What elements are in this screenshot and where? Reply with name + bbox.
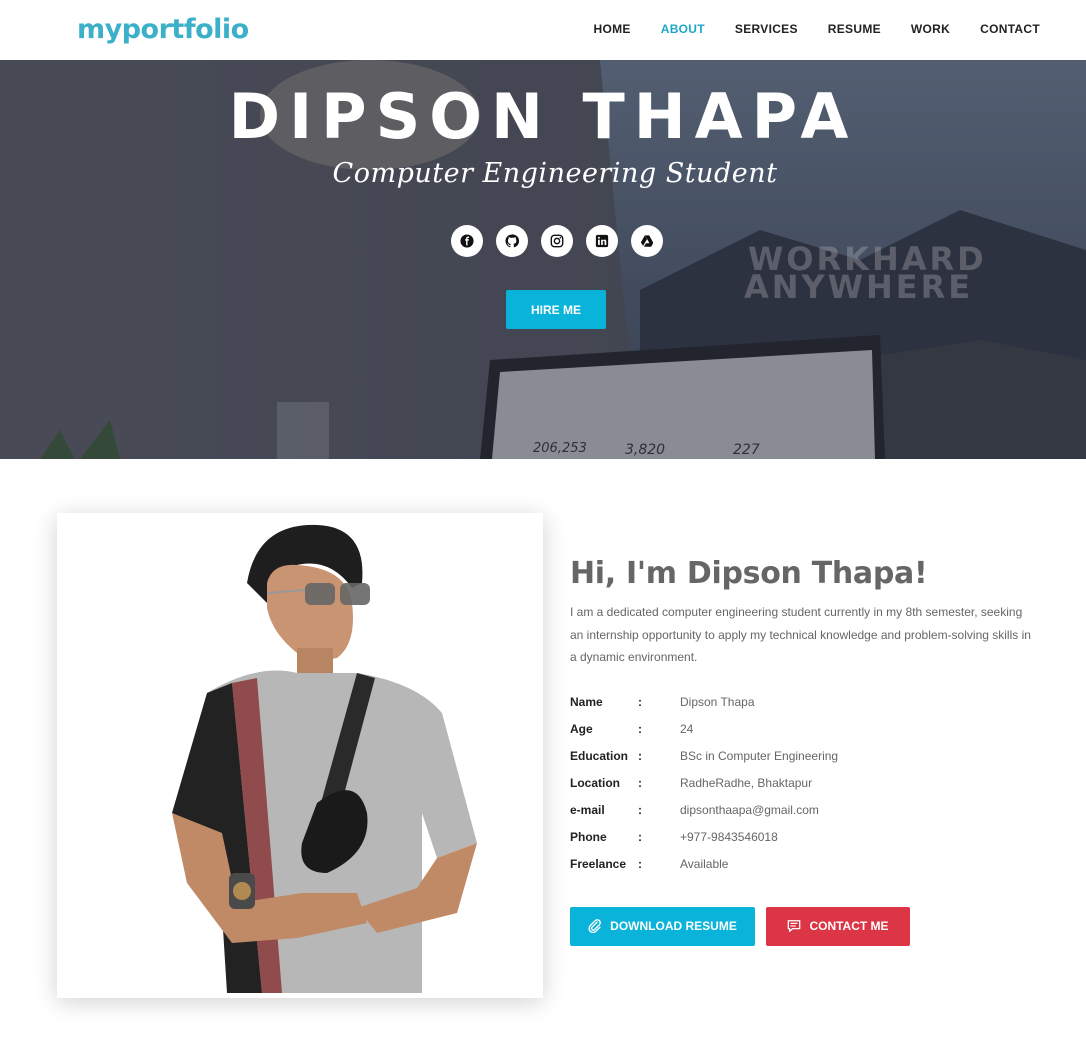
download-resume-label: DOWNLOAD RESUME (610, 919, 737, 933)
nav-home[interactable]: HOME (594, 22, 631, 36)
nav-resume[interactable]: RESUME (828, 22, 881, 36)
github-link[interactable] (496, 225, 528, 257)
info-row-education: Education : BSc in Computer Engineering (570, 743, 1040, 770)
info-value: Available (680, 857, 729, 871)
info-colon: : (638, 803, 642, 817)
facebook-link[interactable] (451, 225, 483, 257)
info-table: Name : Dipson Thapa Age : 24 Education :… (570, 689, 1040, 878)
info-label: e-mail (570, 803, 605, 817)
info-row-phone: Phone : +977-9843546018 (570, 824, 1040, 851)
info-value: RadheRadhe, Bhaktapur (680, 776, 813, 790)
contact-me-label: CONTACT ME (809, 919, 889, 933)
info-value: dipsonthaapa@gmail.com (680, 803, 819, 817)
info-colon: : (638, 857, 642, 871)
profile-photo (57, 513, 543, 998)
info-row-name: Name : Dipson Thapa (570, 689, 1040, 716)
info-colon: : (638, 695, 642, 709)
info-row-freelance: Freelance : Available (570, 851, 1040, 878)
info-colon: : (638, 749, 642, 763)
navbar: myportfolio HOME ABOUT SERVICES RESUME W… (0, 0, 1086, 60)
info-value: BSc in Computer Engineering (680, 749, 839, 763)
info-colon: : (638, 776, 642, 790)
info-label: Phone (570, 830, 607, 844)
info-value: Dipson Thapa (680, 695, 755, 709)
info-value: 24 (680, 722, 694, 736)
facebook-icon (460, 234, 474, 248)
about-buttons: DOWNLOAD RESUME CONTACT ME (570, 906, 1040, 946)
hero-subtitle: Computer Engineering Student (332, 158, 778, 189)
chat-icon (788, 920, 801, 932)
info-colon: : (638, 722, 642, 736)
linkedin-link[interactable] (586, 225, 618, 257)
info-row-email: e-mail : dipsonthaapa@gmail.com (570, 797, 1040, 824)
hero-section: 206,253 3,820 227 WORKHARD ANYWHERE DIPS… (0, 60, 1086, 459)
about-description: I am a dedicated computer engineering st… (570, 605, 1031, 664)
info-value: +977-9843546018 (680, 830, 778, 844)
info-label: Freelance (570, 857, 627, 871)
about-section: Hi, I'm Dipson Thapa! I am a dedicated c… (570, 556, 1040, 946)
instagram-link[interactable] (541, 225, 573, 257)
info-row-age: Age : 24 (570, 716, 1040, 743)
google-drive-link[interactable] (631, 225, 663, 257)
info-colon: : (638, 830, 642, 844)
profile-photo-card (57, 513, 543, 998)
instagram-icon (550, 234, 564, 248)
about-heading: Hi, I'm Dipson Thapa! (570, 556, 928, 591)
info-label: Education (570, 749, 629, 763)
github-icon (505, 234, 519, 248)
nav-contact[interactable]: CONTACT (980, 22, 1040, 36)
contact-me-button[interactable]: CONTACT ME (766, 906, 910, 946)
info-label: Age (570, 722, 593, 736)
google-drive-icon (640, 235, 654, 247)
nav-services[interactable]: SERVICES (735, 22, 798, 36)
paperclip-icon (588, 919, 602, 933)
info-label: Name (570, 695, 603, 709)
logo[interactable]: myportfolio (77, 14, 249, 45)
nav-work[interactable]: WORK (911, 22, 950, 36)
info-label: Location (570, 776, 620, 790)
nav-about[interactable]: ABOUT (661, 22, 705, 36)
linkedin-icon (595, 234, 609, 248)
info-row-location: Location : RadheRadhe, Bhaktapur (570, 770, 1040, 797)
hero-title: DIPSON THAPA (228, 80, 858, 153)
hire-me-button[interactable]: HIRE ME (506, 290, 606, 329)
social-links (451, 225, 663, 257)
download-resume-button[interactable]: DOWNLOAD RESUME (570, 906, 755, 946)
nav-links: HOME ABOUT SERVICES RESUME WORK CONTACT (564, 22, 1040, 36)
